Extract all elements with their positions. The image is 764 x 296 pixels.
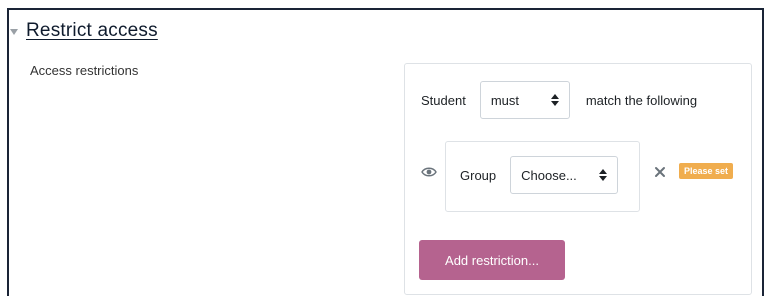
restrictions-panel: Student must match the following Group C… (404, 63, 752, 295)
access-restrictions-label: Access restrictions (30, 63, 139, 78)
select-arrows-icon (599, 169, 608, 181)
group-label: Group (460, 167, 497, 183)
caret-down-icon[interactable] (10, 28, 18, 35)
select-arrows-icon (550, 94, 559, 106)
group-select[interactable]: Choose... (510, 156, 619, 194)
section-header[interactable]: Restrict access (10, 20, 158, 42)
match-select-value: must (490, 92, 519, 108)
condition-row: Group Choose... (460, 156, 619, 194)
group-select-value: Choose... (521, 167, 577, 183)
match-row: Student must match the following (421, 80, 697, 120)
close-icon[interactable] (653, 165, 667, 179)
condition-box: Group Choose... (445, 141, 640, 212)
student-label: Student (421, 92, 466, 108)
add-restriction-button[interactable]: Add restriction... (419, 240, 565, 280)
match-following-label: match the following (585, 92, 698, 108)
please-set-badge: Please set (679, 163, 734, 179)
eye-icon[interactable] (421, 166, 437, 178)
match-select[interactable]: must (479, 81, 570, 119)
section-title[interactable]: Restrict access (26, 20, 158, 42)
